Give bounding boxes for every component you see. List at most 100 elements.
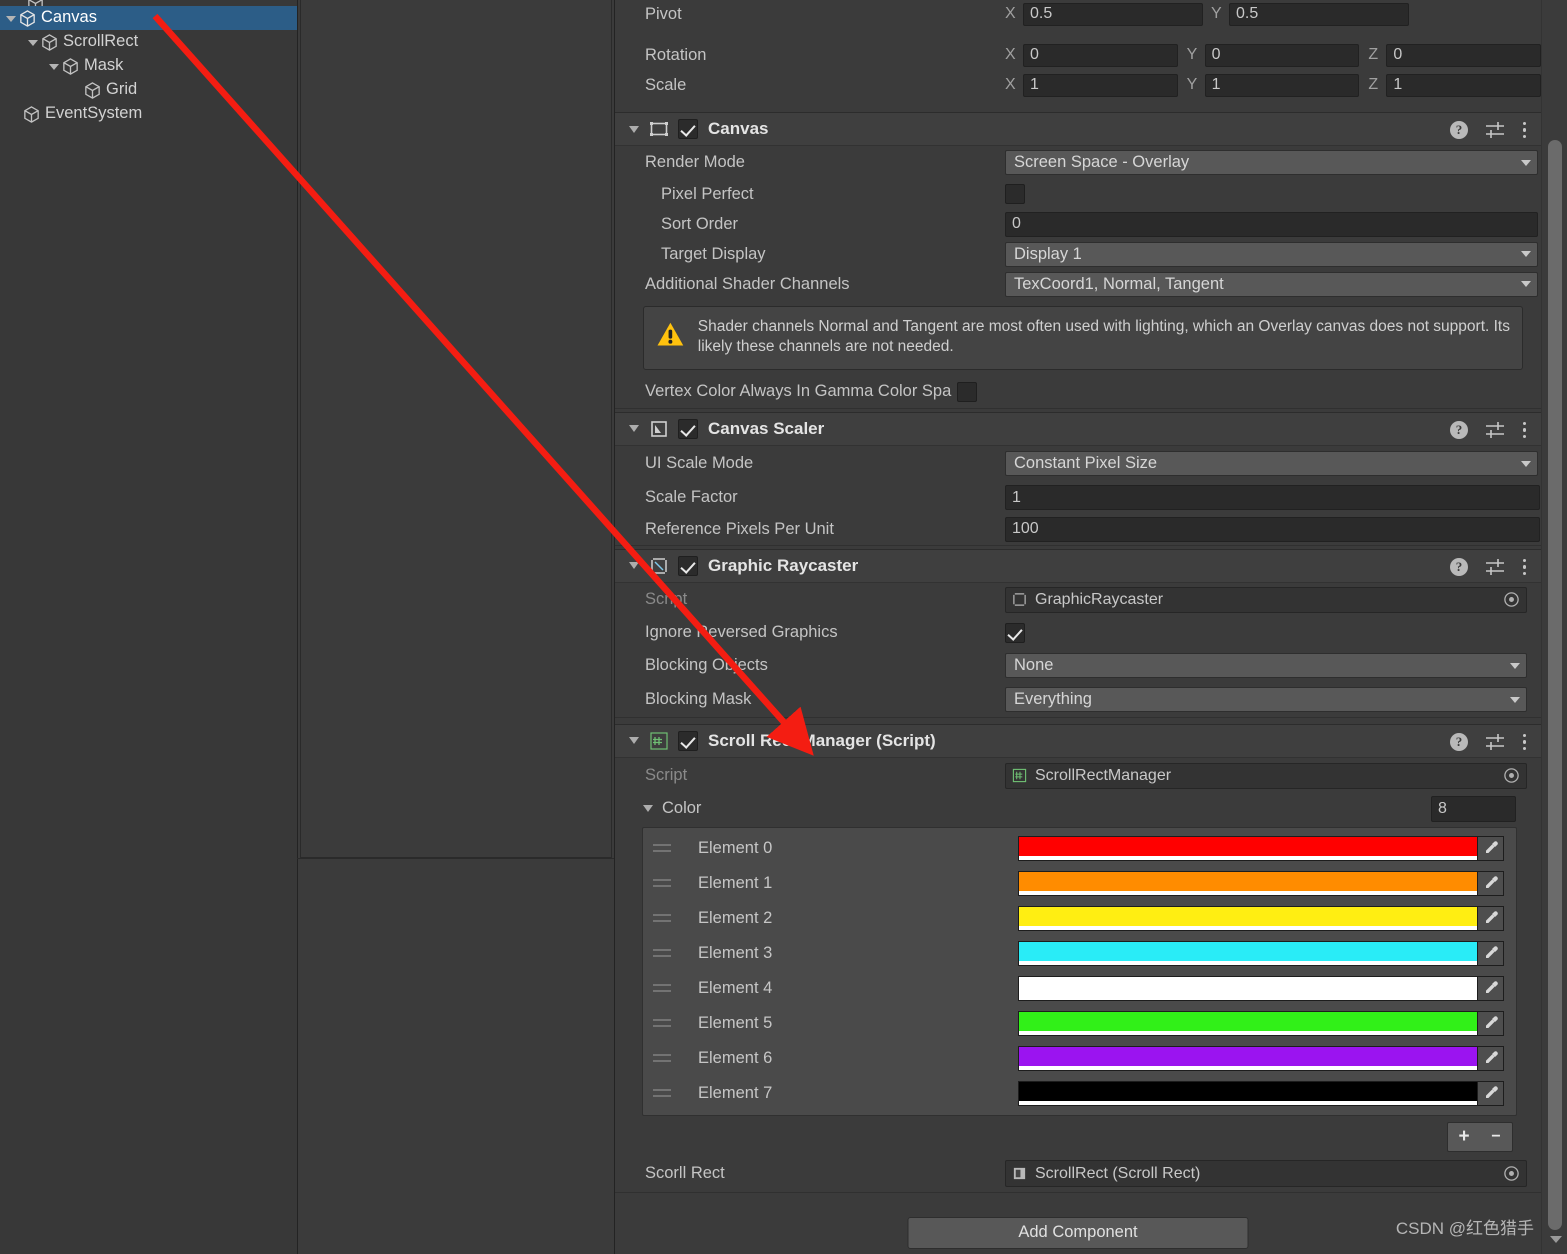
target-display-dropdown[interactable]: Display 1 [1005, 241, 1538, 267]
pixel-perfect-checkbox[interactable] [1005, 184, 1025, 204]
transform-scale-row[interactable]: Scale X 1 Y 1 Z 1 [615, 70, 1542, 100]
chevron-down-icon[interactable] [643, 805, 653, 813]
color-array-row[interactable]: Element 3 [643, 936, 1516, 971]
scale-factor-input[interactable]: 1 [1005, 485, 1540, 511]
render-mode-row[interactable]: Render Mode Screen Space - Overlay [615, 146, 1541, 179]
chevron-down-icon[interactable] [47, 59, 61, 73]
inspector-panel[interactable]: Pivot X 0.5 Y 0.5 Rotation X 0 Y 0 Z 0 S… [614, 0, 1567, 1254]
more-menu-icon[interactable] [1522, 420, 1527, 439]
component-header-scroll-rect-manager[interactable]: Scroll Rect Manager (Script) ? [615, 723, 1541, 758]
render-mode-dropdown[interactable]: Screen Space - Overlay [1005, 150, 1538, 175]
more-menu-icon[interactable] [1522, 121, 1527, 140]
color-swatch[interactable] [1018, 975, 1478, 1001]
pixel-perfect-row[interactable]: Pixel Perfect [615, 179, 1541, 209]
drag-handle-icon[interactable] [653, 879, 671, 888]
color-swatch[interactable] [1018, 1010, 1478, 1036]
manager-script-field[interactable]: ScrollRectManager [1005, 762, 1527, 789]
color-swatch[interactable] [1018, 1080, 1478, 1106]
eyedropper-icon[interactable] [1478, 870, 1504, 896]
scrollbar-thumb[interactable] [1548, 140, 1562, 1230]
pivot-x-input[interactable]: 0.5 [1023, 2, 1203, 26]
additional-shader-channels-row[interactable]: Additional Shader Channels TexCoord1, No… [615, 269, 1541, 299]
inspector-scrollbar[interactable] [1541, 0, 1567, 1254]
hierarchy-panel[interactable]: Canvas ScrollRect Mask Grid EventSystem [0, 0, 297, 1254]
canvas-enabled-checkbox[interactable] [678, 119, 698, 139]
scroll-rect-reference-row[interactable]: Scorll Rect ScrollRect (Scroll Rect) [615, 1156, 1541, 1192]
help-icon[interactable]: ? [1450, 732, 1468, 751]
preset-settings-icon[interactable] [1485, 558, 1505, 576]
canvas-scaler-enabled-checkbox[interactable] [678, 418, 698, 439]
color-swatch[interactable] [1018, 835, 1478, 861]
color-array-row[interactable]: Element 4 [643, 971, 1516, 1006]
scroll-down-arrow-icon[interactable] [1550, 1236, 1562, 1243]
component-header-canvas[interactable]: Canvas ? [615, 112, 1541, 146]
scale-factor-row[interactable]: Scale Factor 1 [615, 482, 1541, 514]
chevron-down-icon[interactable] [629, 125, 639, 133]
scene-preview-panel[interactable] [297, 0, 614, 1254]
chevron-down-icon[interactable] [26, 35, 40, 49]
manager-script-row[interactable]: Script ScrollRectManager [615, 758, 1541, 794]
drag-handle-icon[interactable] [653, 1089, 671, 1098]
sidebar-item-mask[interactable]: Mask [0, 54, 297, 78]
drag-handle-icon[interactable] [653, 1054, 671, 1063]
help-icon[interactable]: ? [1450, 557, 1468, 576]
eyedropper-icon[interactable] [1478, 1010, 1504, 1036]
add-component-button[interactable]: Add Component [907, 1216, 1249, 1249]
object-picker-icon[interactable] [1503, 591, 1520, 608]
vertex-color-gamma-checkbox[interactable] [957, 381, 978, 402]
transform-rotation-row[interactable]: Rotation X 0 Y 0 Z 0 [615, 40, 1542, 70]
drag-handle-icon[interactable] [653, 1019, 671, 1028]
color-swatch[interactable] [1018, 1045, 1478, 1071]
color-array-row[interactable]: Element 6 [643, 1041, 1516, 1076]
color-array-row[interactable]: Element 0 [643, 831, 1516, 866]
eyedropper-icon[interactable] [1478, 1080, 1504, 1106]
chevron-down-icon[interactable] [629, 425, 639, 433]
ignore-reversed-graphics-checkbox[interactable] [1005, 622, 1025, 643]
color-array-list[interactable]: Element 0 Element 1 Element 2 Element 3 Elem… [642, 826, 1517, 1116]
ignore-reversed-graphics-row[interactable]: Ignore Reversed Graphics [615, 617, 1541, 649]
sidebar-item-grid[interactable]: Grid [0, 78, 297, 102]
preset-settings-icon[interactable] [1485, 733, 1505, 751]
sort-order-row[interactable]: Sort Order 0 [615, 209, 1541, 239]
more-menu-icon[interactable] [1522, 557, 1527, 576]
preset-settings-icon[interactable] [1485, 421, 1505, 439]
sidebar-item-scrollrect[interactable]: ScrollRect [0, 30, 297, 54]
sidebar-item-canvas[interactable]: Canvas [0, 6, 297, 30]
reference-pixels-per-unit-input[interactable]: 100 [1005, 516, 1540, 542]
color-swatch[interactable] [1018, 905, 1478, 931]
rotation-y-input[interactable]: 0 [1204, 43, 1360, 67]
eyedropper-icon[interactable] [1478, 1045, 1504, 1071]
color-array-size-input[interactable]: 8 [1431, 795, 1516, 822]
eyedropper-icon[interactable] [1478, 940, 1504, 966]
rotation-x-input[interactable]: 0 [1023, 43, 1178, 67]
graphic-raycaster-enabled-checkbox[interactable] [678, 555, 698, 576]
chevron-down-icon[interactable] [629, 737, 639, 745]
preset-settings-icon[interactable] [1485, 121, 1505, 139]
target-display-row[interactable]: Target Display Display 1 [615, 239, 1541, 269]
add-element-button[interactable]: + [1448, 1123, 1480, 1151]
drag-handle-icon[interactable] [653, 949, 671, 958]
scale-y-input[interactable]: 1 [1204, 73, 1360, 97]
scroll-rect-reference-field[interactable]: ScrollRect (Scroll Rect) [1005, 1160, 1527, 1188]
component-header-graphic-raycaster[interactable]: Graphic Raycaster ? [615, 548, 1541, 583]
additional-shader-channels-dropdown[interactable]: TexCoord1, Normal, Tangent [1005, 271, 1538, 297]
color-array-row[interactable]: Element 1 [643, 866, 1516, 901]
help-icon[interactable]: ? [1450, 121, 1468, 139]
eyedropper-icon[interactable] [1478, 975, 1504, 1001]
more-menu-icon[interactable] [1522, 732, 1527, 751]
blocking-mask-dropdown[interactable]: Everything [1005, 687, 1527, 713]
object-picker-icon[interactable] [1503, 1165, 1520, 1182]
eyedropper-icon[interactable] [1478, 835, 1504, 861]
object-picker-icon[interactable] [1503, 767, 1520, 784]
pivot-y-input[interactable]: 0.5 [1229, 2, 1409, 26]
component-header-canvas-scaler[interactable]: Canvas Scaler ? [615, 411, 1541, 446]
drag-handle-icon[interactable] [653, 984, 671, 993]
blocking-mask-row[interactable]: Blocking Mask Everything [615, 683, 1541, 717]
ui-scale-mode-dropdown[interactable]: Constant Pixel Size [1005, 451, 1538, 477]
raycaster-script-field[interactable]: GraphicRaycaster [1005, 586, 1527, 613]
chevron-down-icon[interactable] [4, 11, 18, 25]
drag-handle-icon[interactable] [653, 914, 671, 923]
scale-x-input[interactable]: 1 [1023, 73, 1178, 97]
reference-pixels-per-unit-row[interactable]: Reference Pixels Per Unit 100 [615, 514, 1541, 545]
transform-pivot-row[interactable]: Pivot X 0.5 Y 0.5 [615, 0, 1541, 28]
